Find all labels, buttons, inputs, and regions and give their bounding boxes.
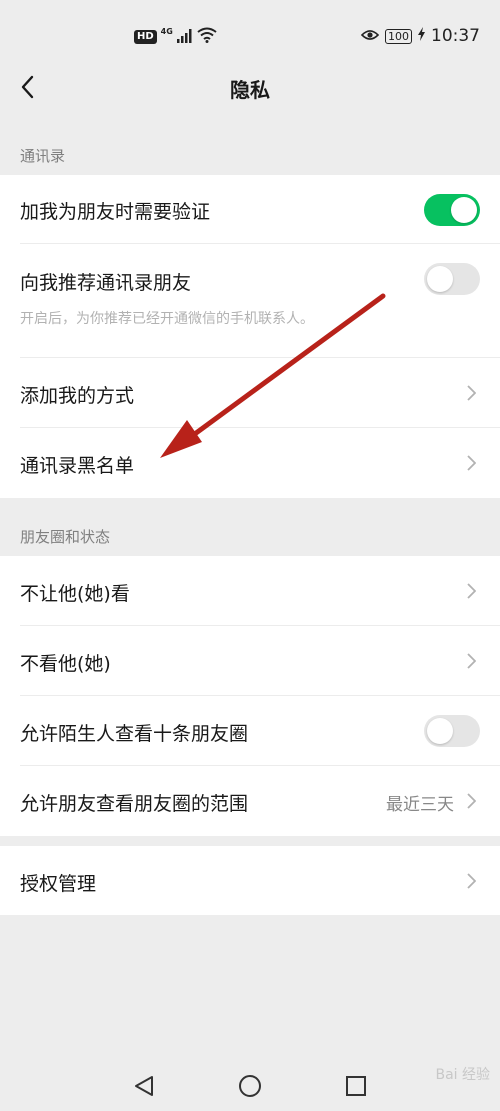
row-stranger-ten: 允许陌生人查看十条朋友圈 bbox=[0, 696, 500, 766]
battery-icon: 100 bbox=[385, 28, 412, 44]
row-label: 向我推荐通讯录朋友 bbox=[20, 272, 192, 294]
section-header-moments: 朋友圈和状态 bbox=[20, 528, 111, 546]
eye-icon bbox=[360, 26, 380, 46]
page-title: 隐私 bbox=[230, 78, 270, 102]
row-auth-manage[interactable]: 授权管理 bbox=[0, 846, 500, 915]
recents-square-icon[interactable] bbox=[342, 1072, 370, 1100]
status-right: 100 10:37 bbox=[360, 26, 480, 46]
wifi-icon bbox=[197, 27, 217, 47]
recommend-toggle[interactable] bbox=[424, 263, 480, 295]
row-visible-range[interactable]: 允许朋友查看朋友圈的范围 最近三天 bbox=[0, 766, 500, 836]
nav-bar: 隐私 bbox=[0, 60, 500, 116]
group-auth: 授权管理 bbox=[0, 846, 500, 915]
row-label: 允许陌生人查看十条朋友圈 bbox=[20, 723, 249, 745]
row-label: 通讯录黑名单 bbox=[20, 455, 135, 477]
row-hide-from[interactable]: 不让他(她)看 bbox=[0, 556, 500, 626]
chevron-right-icon bbox=[464, 651, 478, 671]
row-label: 不看他(她) bbox=[20, 653, 111, 675]
back-triangle-icon[interactable] bbox=[130, 1072, 158, 1100]
system-nav-bar bbox=[0, 1050, 500, 1111]
chevron-right-icon bbox=[464, 581, 478, 601]
status-time: 10:37 bbox=[431, 26, 480, 46]
row-blacklist[interactable]: 通讯录黑名单 bbox=[0, 428, 500, 498]
hd-badge: HD bbox=[134, 30, 157, 44]
home-circle-icon[interactable] bbox=[236, 1072, 264, 1100]
signal-icon bbox=[176, 28, 193, 47]
section-header-contacts: 通讯录 bbox=[20, 147, 66, 165]
chevron-right-icon bbox=[464, 871, 478, 891]
row-label: 不让他(她)看 bbox=[20, 583, 130, 605]
row-label: 加我为朋友时需要验证 bbox=[20, 201, 211, 223]
add-verify-toggle[interactable] bbox=[424, 194, 480, 226]
group-contacts: 加我为朋友时需要验证 向我推荐通讯录朋友 开启后，为你推荐已经开通微信的手机联系… bbox=[0, 175, 500, 498]
row-add-verify: 加我为朋友时需要验证 bbox=[0, 175, 500, 244]
row-label: 允许朋友查看朋友圈的范围 bbox=[20, 793, 249, 815]
chevron-right-icon bbox=[464, 453, 478, 473]
chevron-right-icon bbox=[464, 383, 478, 403]
status-left: HD 4G bbox=[134, 27, 217, 47]
row-recommend: 向我推荐通讯录朋友 开启后，为你推荐已经开通微信的手机联系人。 bbox=[0, 244, 500, 358]
network-label: 4G bbox=[160, 27, 173, 36]
row-label: 添加我的方式 bbox=[20, 385, 135, 407]
row-add-methods[interactable]: 添加我的方式 bbox=[0, 358, 500, 428]
chevron-right-icon bbox=[464, 791, 478, 811]
row-dont-see[interactable]: 不看他(她) bbox=[0, 626, 500, 696]
stranger-ten-toggle[interactable] bbox=[424, 715, 480, 747]
visible-range-value: 最近三天 bbox=[386, 795, 454, 815]
row-label: 授权管理 bbox=[20, 873, 97, 895]
group-moments: 不让他(她)看 不看他(她) 允许陌生人查看十条朋友圈 允许朋友查看朋友圈的范围… bbox=[0, 556, 500, 836]
row-description: 开启后，为你推荐已经开通微信的手机联系人。 bbox=[20, 311, 314, 327]
charging-icon bbox=[418, 26, 425, 46]
watermark: Bai 经验 bbox=[435, 1067, 490, 1083]
